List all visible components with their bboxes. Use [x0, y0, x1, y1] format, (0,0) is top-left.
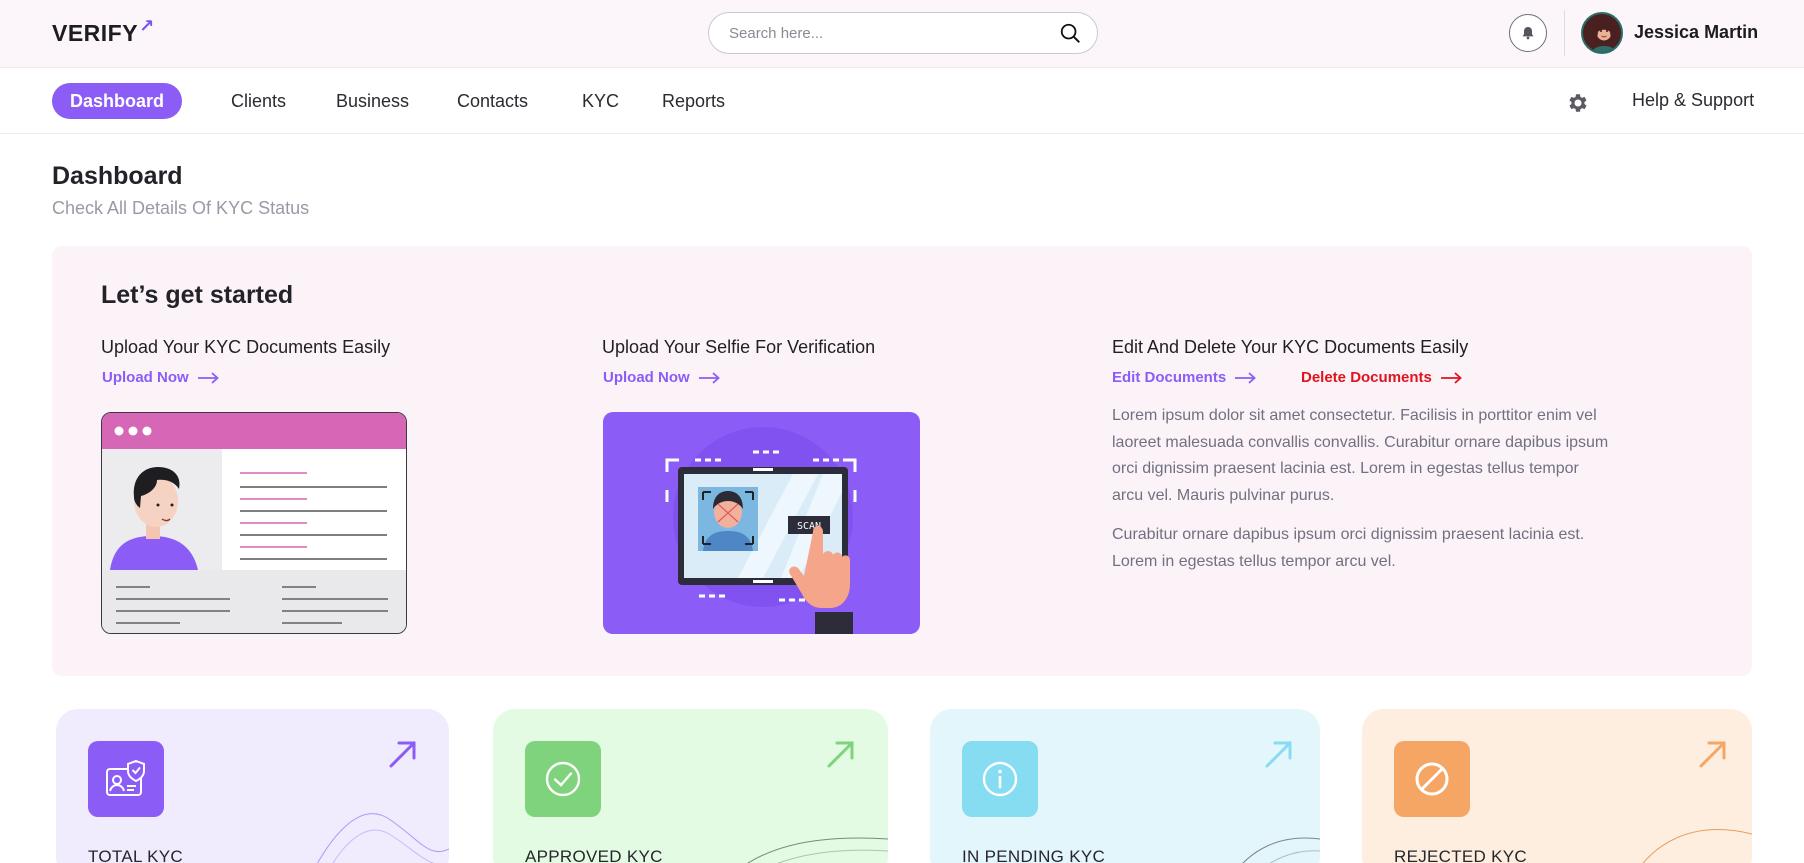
bell-icon — [1522, 27, 1534, 40]
wave-decoration — [1642, 829, 1752, 863]
check-circle-icon — [525, 741, 601, 817]
stat-card-pending[interactable]: IN PENDING KYC — [930, 709, 1320, 863]
logo-text: VERIFY — [52, 20, 139, 46]
get-started-panel: Let’s get started Upload Your KYC Docume… — [52, 246, 1752, 676]
gear-icon[interactable] — [1566, 91, 1590, 115]
trend-arrow-icon — [1699, 741, 1726, 768]
trend-arrow-icon — [389, 741, 416, 768]
avatar[interactable] — [1581, 12, 1623, 54]
selfie-heading: Upload Your Selfie For Verification — [602, 337, 876, 357]
kyc-documents-heading: Upload Your KYC Documents Easily — [101, 337, 391, 357]
search-input[interactable] — [729, 24, 1059, 42]
nav-kyc[interactable]: KYC — [564, 83, 637, 119]
get-started-title: Let’s get started — [101, 281, 294, 309]
top-header: VERIFY ↗ Jessica Martin — [0, 0, 1804, 68]
notification-button[interactable] — [1509, 14, 1547, 52]
page-subtitle: Check All Details Of KYC Status — [52, 198, 310, 218]
nav-clients[interactable]: Clients — [213, 83, 304, 119]
main-nav: Dashboard Clients Business Contacts KYC … — [0, 68, 1804, 134]
kyc-document-illustration — [101, 412, 407, 634]
trend-arrow-icon — [1265, 741, 1292, 768]
upload-selfie-link[interactable]: Upload Now — [603, 369, 720, 386]
page-title: Dashboard — [52, 162, 183, 190]
id-document-image — [102, 413, 406, 633]
nav-dashboard[interactable]: Dashboard — [52, 83, 183, 119]
help-support-link[interactable]: Help & Support — [1632, 90, 1754, 111]
nav-business[interactable]: Business — [318, 83, 427, 119]
delete-documents-label: Delete Documents — [1301, 369, 1432, 386]
avatar-face-icon — [1591, 18, 1617, 52]
selfie-scan-illustration: SCAN — [603, 412, 920, 634]
delete-documents-link[interactable]: Delete Documents — [1301, 369, 1462, 386]
face-scan-image: SCAN — [665, 427, 857, 634]
ban-icon — [1394, 741, 1470, 817]
search-icon[interactable] — [1059, 22, 1081, 44]
stat-label-pending: IN PENDING KYC — [962, 847, 1106, 863]
description-paragraph-1: Lorem ipsum dolor sit amet consectetur. … — [1112, 407, 1609, 504]
wave-decoration — [1242, 837, 1320, 863]
trend-arrow-icon — [827, 741, 854, 768]
nav-reports[interactable]: Reports — [644, 83, 743, 119]
stat-card-rejected[interactable]: REJECTED KYC — [1362, 709, 1752, 863]
info-circle-icon — [962, 741, 1038, 817]
user-name[interactable]: Jessica Martin — [1634, 22, 1758, 43]
edit-documents-label: Edit Documents — [1112, 369, 1227, 386]
description-paragraph-2: Curabitur ornare dapibus ipsum orci dign… — [1112, 526, 1585, 570]
stat-label-rejected: REJECTED KYC — [1394, 847, 1528, 863]
stat-card-total[interactable]: TOTAL KYC — [56, 709, 449, 863]
wave-decoration — [317, 813, 449, 863]
header-divider — [1564, 10, 1565, 56]
arrow-right-icon — [197, 371, 219, 384]
arrow-right-icon — [1440, 371, 1462, 384]
arrow-right-icon — [698, 371, 720, 384]
wave-decoration — [747, 837, 888, 863]
stat-label-approved: APPROVED KYC — [525, 847, 663, 863]
id-card-shield-icon — [88, 741, 164, 817]
upload-documents-link[interactable]: Upload Now — [102, 369, 219, 386]
stat-label-total: TOTAL KYC — [88, 847, 183, 863]
arrow-right-icon — [1235, 371, 1257, 384]
upload-documents-label: Upload Now — [102, 369, 189, 386]
logo[interactable]: VERIFY ↗ — [52, 16, 155, 47]
upload-selfie-label: Upload Now — [603, 369, 690, 386]
edit-delete-heading: Edit And Delete Your KYC Documents Easil… — [1112, 337, 1469, 357]
search-box — [708, 12, 1098, 54]
stat-card-approved[interactable]: APPROVED KYC — [493, 709, 888, 863]
nav-contacts[interactable]: Contacts — [439, 83, 546, 119]
logo-arrow-icon: ↗ — [139, 16, 155, 36]
edit-documents-link[interactable]: Edit Documents — [1112, 369, 1257, 386]
